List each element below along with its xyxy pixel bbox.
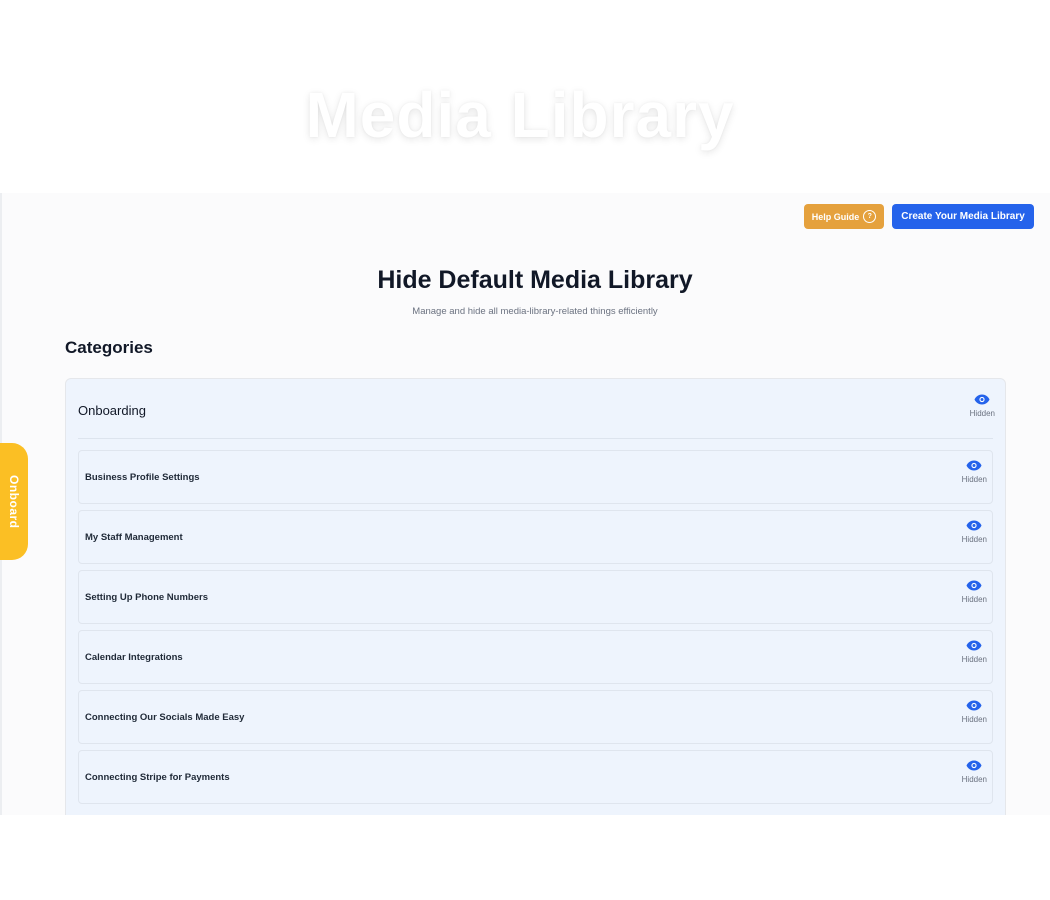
visibility-status: Hidden [961, 775, 987, 784]
list-item: Calendar Integrations Hidden [78, 630, 993, 684]
category-visibility-toggle[interactable]: Hidden [970, 394, 995, 418]
item-visibility-toggle[interactable]: Hidden [962, 580, 987, 604]
eye-icon [966, 760, 982, 771]
page: Media Library Help Guide ? Create Your M… [0, 0, 1050, 900]
eye-icon [966, 460, 982, 471]
item-name: Connecting Our Socials Made Easy [85, 712, 245, 723]
page-subtitle: Manage and hide all media-library-relate… [412, 306, 658, 317]
question-circle-icon: ? [863, 210, 877, 223]
onboard-side-tab[interactable]: Onboard [0, 443, 28, 560]
visibility-status: Hidden [961, 715, 987, 724]
onboard-tab-label: Onboard [7, 474, 21, 529]
item-name: My Staff Management [85, 532, 183, 543]
eye-icon [966, 640, 982, 651]
category-name: Onboarding [78, 403, 146, 418]
visibility-status: Hidden [961, 535, 987, 544]
item-name: Business Profile Settings [85, 472, 200, 483]
list-item: Connecting Stripe for Payments Hidden [78, 750, 993, 804]
page-title: Hide Default Media Library [377, 266, 693, 294]
visibility-status: Hidden [961, 595, 987, 604]
item-visibility-toggle[interactable]: Hidden [962, 460, 987, 484]
app-panel: Help Guide ? Create Your Media Library H… [0, 193, 1050, 815]
hero-title: Media Library [305, 79, 735, 151]
eye-icon [966, 580, 982, 591]
visibility-status: Hidden [969, 409, 995, 418]
eye-icon [966, 520, 982, 531]
category-item-list: Business Profile Settings Hidden My Staf… [78, 450, 993, 810]
category-header: Onboarding Hidden [78, 379, 995, 439]
help-guide-label: Help Guide [811, 211, 860, 222]
item-visibility-toggle[interactable]: Hidden [962, 640, 987, 664]
visibility-status: Hidden [961, 475, 987, 484]
create-media-library-button[interactable]: Create Your Media Library [892, 204, 1034, 229]
visibility-status: Hidden [961, 655, 987, 664]
eye-icon [974, 394, 990, 405]
category-card-onboarding: Onboarding Hidden Business Profile Setti… [65, 378, 1006, 815]
item-name: Calendar Integrations [85, 652, 183, 663]
item-visibility-toggle[interactable]: Hidden [962, 520, 987, 544]
categories-heading: Categories [65, 338, 153, 357]
list-item: Business Profile Settings Hidden [78, 450, 993, 504]
item-name: Setting Up Phone Numbers [85, 592, 208, 603]
item-visibility-toggle[interactable]: Hidden [962, 700, 987, 724]
list-item: Connecting Our Socials Made Easy Hidden [78, 690, 993, 744]
item-visibility-toggle[interactable]: Hidden [962, 760, 987, 784]
eye-icon [966, 700, 982, 711]
list-item: My Staff Management Hidden [78, 510, 993, 564]
list-item: Setting Up Phone Numbers Hidden [78, 570, 993, 624]
help-guide-button[interactable]: Help Guide ? [804, 204, 884, 229]
item-name: Connecting Stripe for Payments [85, 772, 230, 783]
